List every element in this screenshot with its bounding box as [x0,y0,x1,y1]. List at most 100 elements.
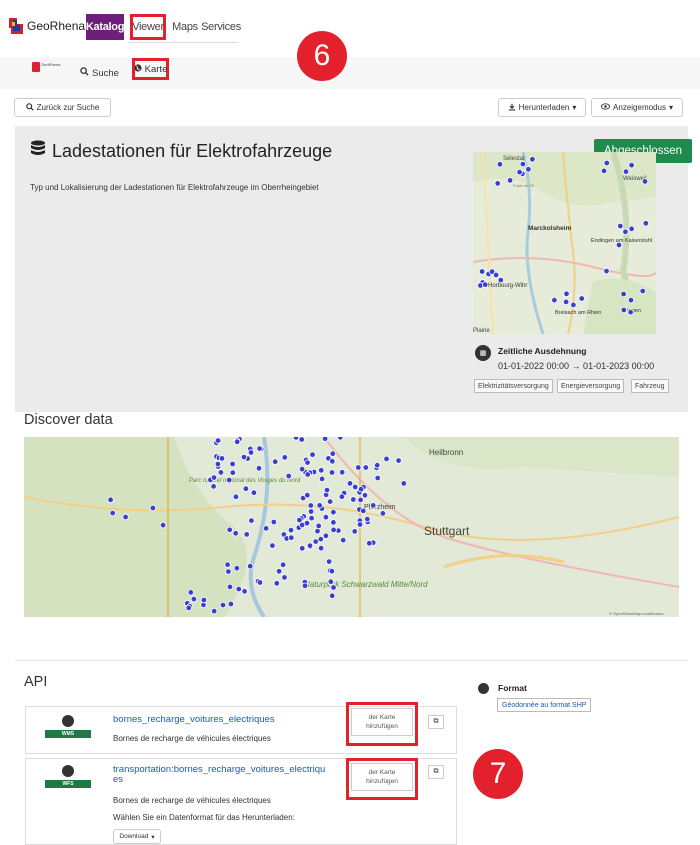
charging-station-marker[interactable] [246,562,254,570]
charging-station-marker[interactable] [497,276,504,284]
charging-station-marker[interactable] [627,296,635,304]
charging-station-marker[interactable] [338,493,346,500]
charging-station-marker[interactable] [615,241,623,249]
charging-station-marker[interactable] [339,469,346,476]
charging-station-marker[interactable] [214,460,222,468]
charging-station-marker[interactable] [525,166,532,173]
charging-station-marker[interactable] [639,287,646,295]
charging-station-marker[interactable] [337,437,344,441]
charging-station-marker[interactable] [229,460,236,468]
charging-station-marker[interactable] [296,516,303,524]
charging-station-marker[interactable] [250,489,258,496]
charging-station-marker[interactable] [620,290,627,298]
charging-station-marker[interactable] [355,464,362,471]
charging-station-marker[interactable] [328,567,336,575]
charging-station-marker[interactable] [330,508,337,516]
charging-station-marker[interactable] [360,507,367,515]
charging-station-marker[interactable] [350,496,357,503]
mini-logo[interactable]: GeoRhena [32,62,66,76]
charging-station-marker[interactable] [351,528,358,535]
charging-station-marker[interactable] [301,582,309,589]
charging-station-marker[interactable] [107,496,114,503]
charging-station-marker[interactable] [273,580,280,587]
charging-station-marker[interactable] [362,464,369,471]
charging-station-marker[interactable] [494,180,501,187]
charging-station-marker[interactable] [298,437,305,443]
charging-station-marker[interactable] [240,453,248,461]
charging-station-marker[interactable] [600,167,608,175]
charging-station-marker[interactable] [233,564,241,572]
charging-station-marker[interactable] [214,437,222,444]
charging-station-marker[interactable] [304,471,311,478]
charging-station-marker[interactable] [622,168,630,175]
nav-services[interactable]: Services [201,14,241,40]
copy-url-icon[interactable]: ⧉ [428,715,444,729]
charging-station-marker[interactable] [506,177,514,184]
charging-station-marker[interactable] [225,476,233,484]
download-dropdown[interactable]: Herunterladen ▾ [498,98,586,117]
charging-station-marker[interactable] [262,525,270,532]
copy-url-icon[interactable]: ⧉ [428,765,444,779]
charging-station-marker[interactable] [226,583,234,591]
charging-station-marker[interactable] [374,462,381,469]
charging-station-marker[interactable] [329,458,336,465]
charging-station-marker[interactable] [233,438,241,446]
charging-station-marker[interactable] [323,486,331,494]
charging-station-marker[interactable] [109,509,116,517]
charging-station-marker[interactable] [256,579,264,586]
charging-station-marker[interactable] [641,178,649,185]
charging-station-marker[interactable] [366,540,373,547]
charging-station-marker[interactable] [306,542,314,549]
charging-station-marker[interactable] [622,228,629,235]
charging-station-marker[interactable] [226,526,233,533]
charging-station-marker[interactable] [235,585,242,593]
charging-station-marker[interactable] [519,160,527,168]
nav-katalog[interactable]: Katalog [86,14,124,40]
charging-station-marker[interactable] [232,493,240,500]
charging-station-marker[interactable] [340,536,347,544]
charging-station-marker[interactable] [317,544,325,552]
charging-station-marker[interactable] [200,596,208,604]
charging-station-marker[interactable] [329,450,336,457]
keyword-tag[interactable]: Elektrizitätsversorgung [474,379,553,393]
service-link-line2[interactable]: es [113,775,123,785]
charging-station-marker[interactable] [243,531,250,538]
charging-station-marker[interactable] [326,498,334,505]
service-link[interactable]: bornes_recharge_voitures_electriques [113,715,275,725]
service-link-line1[interactable]: transportation:bornes_recharge_voitures_… [113,765,325,775]
charging-station-marker[interactable] [255,465,263,472]
charging-station-marker[interactable] [642,220,649,227]
charging-station-marker[interactable] [292,437,300,441]
tab-karte[interactable]: Karte [132,58,169,80]
charging-station-marker[interactable] [364,515,371,523]
charging-station-marker[interactable] [218,455,226,462]
charging-station-marker[interactable] [304,492,311,499]
charging-station-marker[interactable] [229,469,236,476]
charging-station-marker[interactable] [496,161,504,168]
charging-station-marker[interactable] [395,457,402,464]
add-to-map-button[interactable]: der Karte hinzufügen [351,763,413,791]
charging-station-marker[interactable] [210,607,218,615]
charging-station-marker[interactable] [256,445,263,452]
charging-station-marker[interactable] [330,526,337,534]
charging-station-marker[interactable] [357,496,364,504]
charging-station-marker[interactable] [346,480,354,487]
charging-station-marker[interactable] [149,504,157,512]
charging-station-marker[interactable] [603,159,610,167]
charging-station-marker[interactable] [352,483,359,491]
add-to-map-button[interactable]: der Karte hinzufügen [351,708,413,736]
charging-station-marker[interactable] [617,222,624,230]
charging-station-marker[interactable] [304,459,311,466]
charging-station-marker[interactable] [374,474,381,482]
charging-station-marker[interactable] [281,454,288,461]
charging-station-marker[interactable] [288,534,295,541]
dataset-thumbnail-map[interactable]: Sélestat Forêt de l'Ill Weisweil Marckol… [473,152,656,334]
nav-viewer[interactable]: Viewer [130,14,166,40]
charging-station-marker[interactable] [329,592,336,599]
charging-station-marker[interactable] [330,584,337,591]
charging-station-marker[interactable] [551,296,558,304]
charging-station-marker[interactable] [317,535,324,543]
charging-station-marker[interactable] [321,437,329,442]
charging-station-marker[interactable] [563,290,570,297]
discover-data-map[interactable]: Heilbronn Parc naturel régional des Vosg… [24,437,679,617]
